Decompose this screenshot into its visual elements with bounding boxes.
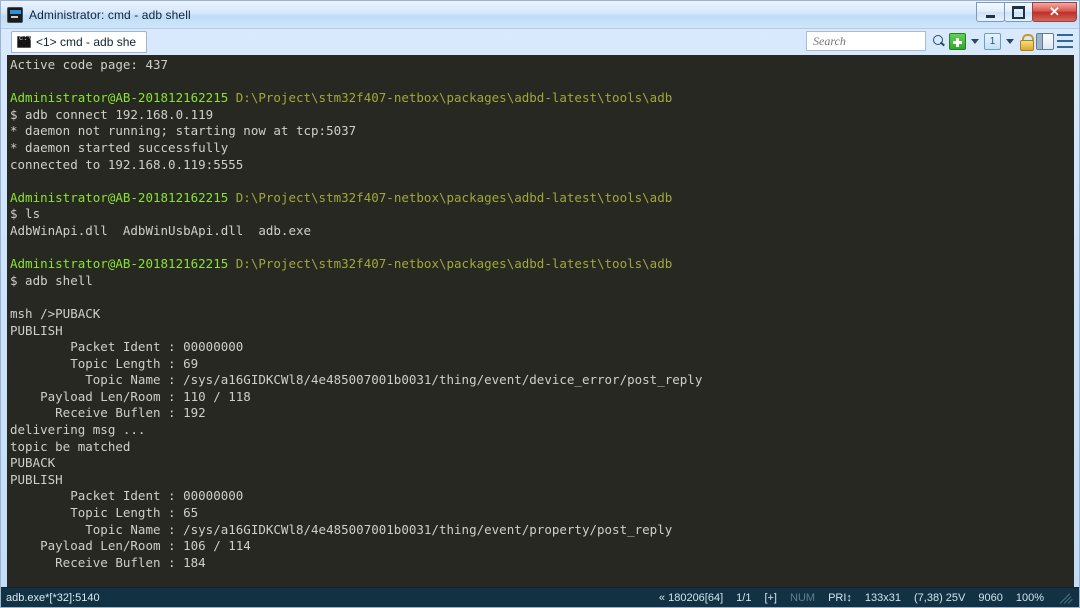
console-line: Administrator@AB-201812162215 D:\Project… [10,256,1074,273]
console-line: delivering msg ... [10,422,146,438]
new-console-button[interactable] [949,32,966,50]
console-line: connected to 192.168.0.119:5555 [10,156,244,172]
prompt-user-host: Administrator@AB-201812162215 [10,90,229,106]
status-selection: [+] [764,591,777,604]
tab-label: <1> cmd - adb she [36,35,137,49]
console-line: Receive Buflen : 184 [10,554,206,570]
console-line: Topic Length : 65 [10,505,199,521]
menu-button[interactable] [1057,32,1073,50]
console-line: Receive Buflen : 192 [10,405,206,421]
console-line: Packet Ident : 00000000 [10,339,244,355]
status-scrollback: 9060 [978,591,1003,604]
console-line: PUBACK [10,455,56,471]
console-line: Active code page: 437 [10,57,169,72]
search-input[interactable] [813,33,921,49]
toggle-panel-icon [1036,32,1054,50]
admin-lock-icon [1019,33,1034,51]
search-icon[interactable] [931,32,946,50]
admin-lock-button[interactable] [1019,32,1034,51]
toolbar: 1 [806,31,1073,51]
new-console-icon [949,32,966,50]
console-icon [7,6,23,23]
console-line: msh />PUBACK [10,305,101,321]
status-process: adb.exe*[*32]:5140 [6,591,100,604]
toggle-panel-button[interactable] [1036,32,1054,50]
tab-bar: <1> cmd - adb she 1 [1,29,1079,55]
tab-cmd-adb-shell[interactable]: <1> cmd - adb she [11,31,148,53]
console-line: * daemon started successfully [10,139,229,155]
console-window: Administrator: cmd - adb shell ✕ <1> cmd… [0,0,1080,608]
status-zoom[interactable]: 100% [1016,592,1044,604]
status-size: 133x31 [864,591,901,604]
switch-console-icon: 1 [984,32,1001,50]
prompt-path: D:\Project\stm32f407-netbox\packages\adb… [228,90,673,106]
console-area: Active code page: 437 Administrator@AB-2… [1,55,1079,587]
page-title: Administrator: cmd - adb shell [29,7,191,22]
maximize-button[interactable] [1004,2,1033,22]
menu-icon [1057,34,1073,48]
console-line: Administrator@AB-201812162215 D:\Project… [10,190,1074,207]
switch-console-button[interactable]: 1 [984,32,1001,50]
switch-console-dropdown-icon[interactable] [1006,38,1014,44]
console-line: AdbWinApi.dll AdbWinUsbApi.dll adb.exe [10,222,312,238]
console-line: $ adb connect 192.168.0.119 [10,106,214,122]
prompt-user-host: Administrator@AB-201812162215 [10,256,229,272]
prompt-user-host: Administrator@AB-201812162215 [10,189,229,205]
new-console-dropdown-icon[interactable] [971,38,979,44]
status-build: « 180206[64] [658,591,724,604]
console-line: Packet Ident : 00000000 [10,488,244,504]
console-icon [17,35,32,48]
console-line: Topic Length : 69 [10,355,199,371]
prompt-path: D:\Project\stm32f407-netbox\packages\adb… [228,256,673,272]
status-priority[interactable]: PRI↕ [828,592,852,604]
search-box[interactable] [806,31,926,51]
console-line: Topic Name : /sys/a16GIDKCWl8/4e48500700… [10,521,673,537]
console-line: Payload Len/Room : 106 / 114 [10,538,251,554]
console-line: topic be matched [10,438,131,454]
resize-grip-icon[interactable] [1059,591,1073,605]
console-output[interactable]: Active code page: 437 Administrator@AB-2… [7,55,1074,587]
status-num-lock: NUM [790,591,816,604]
console-line: $ adb shell [10,272,93,288]
close-icon: ✕ [1049,4,1060,19]
status-indicators: « 180206[64] 1/1 [+] NUM PRI↕ 133x31 (7,… [659,591,1077,605]
console-line: * daemon not running; starting now at tc… [10,123,357,139]
close-button[interactable]: ✕ [1032,2,1077,22]
console-line: Administrator@AB-201812162215 D:\Project… [10,90,1074,107]
title-bar[interactable]: Administrator: cmd - adb shell ✕ [1,1,1079,29]
console-line: Payload Len/Room : 110 / 118 [10,388,251,404]
minimize-button[interactable] [976,2,1005,22]
console-line: PUBLISH [10,471,63,487]
console-line: PUBLISH [10,322,63,338]
console-line: Topic Name : /sys/a16GIDKCWl8/4e48500700… [10,372,703,388]
window-controls: ✕ [976,2,1077,22]
console-line: $ ls [10,206,41,222]
prompt-path: D:\Project\stm32f407-netbox\packages\adb… [228,189,673,205]
status-cursor: (7,38) 25V [914,591,966,604]
status-tabs: 1/1 [736,591,752,604]
status-bar: adb.exe*[*32]:5140 « 180206[64] 1/1 [+] … [1,587,1079,607]
